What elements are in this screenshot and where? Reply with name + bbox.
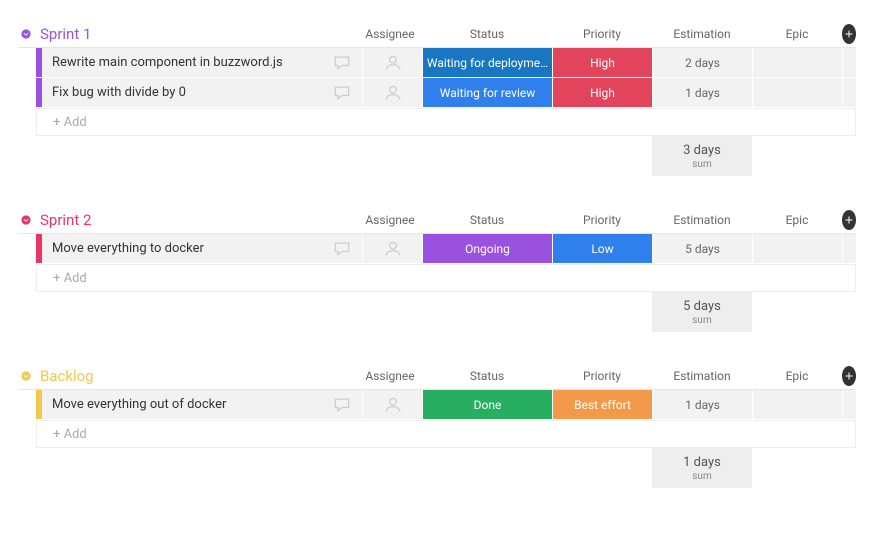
assignee-cell[interactable] [362,390,422,419]
row-tail [842,48,856,77]
add-column-button[interactable] [842,210,856,230]
add-column-button[interactable] [842,366,856,386]
task-row[interactable]: Fix bug with divide by 0 Waiting for revi… [36,78,856,108]
row-tail [842,234,856,263]
priority-cell[interactable]: Best effort [552,390,652,419]
sum-label: sum [692,315,711,326]
estimation-cell[interactable]: 5 days [652,234,752,263]
task-name-cell[interactable]: Move everything to docker [42,234,322,263]
task-name-cell[interactable]: Fix bug with divide by 0 [42,78,322,107]
group-header: Sprint 1 AssigneeStatusPriorityEstimation… [18,20,856,48]
group-title-area: Backlog [18,367,358,385]
row-tail [842,390,856,419]
column-header-assignee[interactable]: Assignee [358,27,422,41]
add-task-label: + Add [43,271,87,286]
assignee-cell[interactable] [362,48,422,77]
group-title[interactable]: Sprint 1 [40,25,91,43]
chat-icon[interactable] [322,78,362,107]
status-cell[interactable]: Waiting for deployme… [422,48,552,77]
column-header-status[interactable]: Status [422,369,552,383]
epic-cell[interactable] [752,390,842,419]
group: Backlog AssigneeStatusPriorityEstimationE… [18,362,856,488]
task-row[interactable]: Move everything out of docker DoneBest ef… [36,390,856,420]
sum-value: 3 days [683,143,721,158]
task-name-cell[interactable]: Rewrite main component in buzzword.js [42,48,322,77]
status-cell[interactable]: Done [422,390,552,419]
add-task-row[interactable]: + Add [36,420,856,448]
epic-cell[interactable] [752,78,842,107]
column-header-assignee[interactable]: Assignee [358,369,422,383]
column-header-epic[interactable]: Epic [752,369,842,383]
estimation-sum: 1 dayssum [652,448,752,488]
priority-cell[interactable]: High [552,48,652,77]
column-header-status[interactable]: Status [422,213,552,227]
task-name-cell[interactable]: Move everything out of docker [42,390,322,419]
group-header: Sprint 2 AssigneeStatusPriorityEstimation… [18,206,856,234]
chat-icon[interactable] [322,390,362,419]
collapse-toggle-icon[interactable] [18,368,34,384]
priority-cell[interactable]: High [552,78,652,107]
column-header-priority[interactable]: Priority [552,369,652,383]
group-title[interactable]: Backlog [40,367,94,385]
collapse-toggle-icon[interactable] [18,26,34,42]
chat-icon[interactable] [322,234,362,263]
column-header-estimation[interactable]: Estimation [652,369,752,383]
sum-value: 1 days [683,455,721,470]
group: Sprint 2 AssigneeStatusPriorityEstimation… [18,206,856,332]
group-title-area: Sprint 1 [18,25,358,43]
epic-cell[interactable] [752,48,842,77]
status-cell[interactable]: Ongoing [422,234,552,263]
sum-label: sum [692,159,711,170]
estimation-cell[interactable]: 1 days [652,78,752,107]
estimation-sum: 5 dayssum [652,292,752,332]
column-header-status[interactable]: Status [422,27,552,41]
epic-cell[interactable] [752,234,842,263]
add-column-button[interactable] [842,24,856,44]
priority-cell[interactable]: Low [552,234,652,263]
add-task-label: + Add [43,427,87,442]
sum-label: sum [692,471,711,482]
column-header-priority[interactable]: Priority [552,213,652,227]
assignee-cell[interactable] [362,78,422,107]
column-header-estimation[interactable]: Estimation [652,213,752,227]
column-header-priority[interactable]: Priority [552,27,652,41]
task-row[interactable]: Move everything to docker OngoingLow5 day… [36,234,856,264]
column-header-epic[interactable]: Epic [752,213,842,227]
status-cell[interactable]: Waiting for review [422,78,552,107]
add-task-row[interactable]: + Add [36,108,856,136]
group-title[interactable]: Sprint 2 [40,211,91,229]
group-title-area: Sprint 2 [18,211,358,229]
chat-icon[interactable] [322,48,362,77]
assignee-cell[interactable] [362,234,422,263]
estimation-cell[interactable]: 2 days [652,48,752,77]
column-header-estimation[interactable]: Estimation [652,27,752,41]
row-tail [842,78,856,107]
sum-value: 5 days [683,299,721,314]
sum-row: 5 dayssum [36,292,856,332]
column-header-epic[interactable]: Epic [752,27,842,41]
collapse-toggle-icon[interactable] [18,212,34,228]
sum-row: 1 dayssum [36,448,856,488]
estimation-sum: 3 dayssum [652,136,752,176]
group: Sprint 1 AssigneeStatusPriorityEstimation… [18,20,856,176]
sum-row: 3 dayssum [36,136,856,176]
add-task-label: + Add [43,115,87,130]
column-header-assignee[interactable]: Assignee [358,213,422,227]
add-task-row[interactable]: + Add [36,264,856,292]
task-row[interactable]: Rewrite main component in buzzword.js Wai… [36,48,856,78]
estimation-cell[interactable]: 1 days [652,390,752,419]
group-header: Backlog AssigneeStatusPriorityEstimationE… [18,362,856,390]
